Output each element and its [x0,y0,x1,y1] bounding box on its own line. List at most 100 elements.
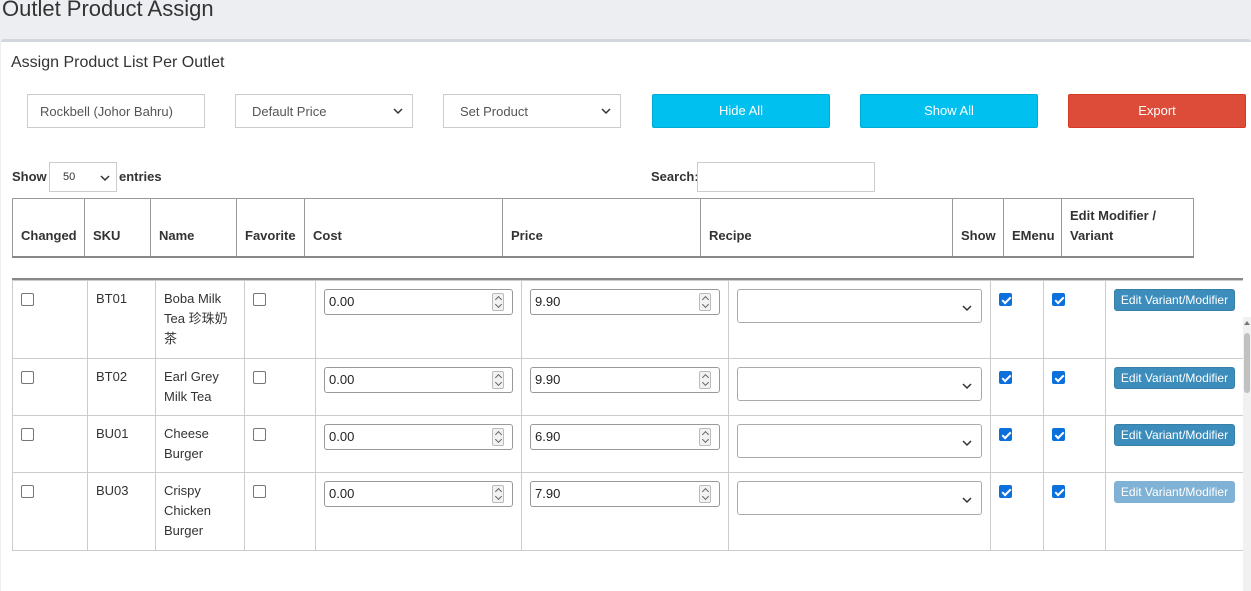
price-input[interactable]: 9.90 [530,289,720,315]
price-input[interactable]: 6.90 [530,424,720,450]
cost-input[interactable]: 0.00 [324,481,513,507]
cost-cell: 0.00 [315,280,522,359]
cost-value: 0.00 [329,429,355,444]
price-input[interactable]: 7.90 [530,481,720,507]
number-spinner-icon[interactable] [492,293,504,311]
show-cell [990,358,1044,416]
recipe-select[interactable] [737,367,982,401]
show-all-button[interactable]: Show All [860,94,1038,128]
edit-variant-modifier-button[interactable]: Edit Variant/Modifier [1114,289,1235,311]
price-input[interactable]: 9.90 [530,367,720,393]
show-checkbox[interactable] [999,428,1012,441]
favorite-cell [244,415,316,473]
emenu-cell [1043,280,1106,359]
arrow-up-icon[interactable] [1244,321,1250,325]
export-button[interactable]: Export [1068,94,1246,128]
emenu-checkbox[interactable] [1052,485,1065,498]
price-type-select[interactable]: Default Price [235,94,413,128]
number-spinner-icon[interactable] [492,428,504,446]
cost-value: 0.00 [329,294,355,309]
price-value: 6.90 [535,429,561,444]
changed-checkbox[interactable] [21,428,34,441]
number-spinner-icon[interactable] [699,485,711,503]
entries-value: 50 [63,171,76,183]
column-header[interactable]: Price [502,198,701,258]
price-value: 9.90 [535,294,561,309]
outlet-field[interactable]: Rockbell (Johor Bahru) [27,94,205,128]
column-header[interactable]: Name [150,198,237,258]
search-label: Search: [651,169,699,184]
hide-all-button[interactable]: Hide All [652,94,830,128]
sku: BT01 [96,291,128,306]
favorite-cell [244,280,316,359]
number-spinner-icon[interactable] [699,371,711,389]
price-value: 9.90 [535,372,561,387]
table-scrollbar[interactable] [1243,317,1251,591]
show-label: Show [12,169,47,184]
changed-checkbox[interactable] [21,371,34,384]
chevron-down-icon [962,383,972,390]
chevron-down-icon [962,305,972,312]
scroll-thumb[interactable] [1244,333,1250,393]
cost-input[interactable]: 0.00 [324,424,513,450]
column-header[interactable]: Favorite [236,198,305,258]
panel-subtitle: Assign Product List Per Outlet [11,54,225,71]
table-body[interactable]: BT01 Boba Milk Tea 珍珠奶茶 0.00 9.90 Edit Varia… [12,278,1243,591]
changed-checkbox[interactable] [21,293,34,306]
product-name: Boba Milk Tea 珍珠奶茶 [164,291,228,346]
number-spinner-icon[interactable] [492,485,504,503]
page-title: Outlet Product Assign [2,0,214,21]
sku: BU01 [96,426,129,441]
show-checkbox[interactable] [999,293,1012,306]
changed-cell [12,415,88,473]
emenu-checkbox[interactable] [1052,293,1065,306]
recipe-select[interactable] [737,289,982,323]
cost-input[interactable]: 0.00 [324,289,513,315]
favorite-checkbox[interactable] [253,293,266,306]
sku: BU03 [96,483,129,498]
emenu-cell [1043,472,1106,551]
product-set-value: Set Product [460,103,528,119]
column-header[interactable]: SKU [84,198,151,258]
recipe-cell [728,415,991,473]
name-cell: Boba Milk Tea 珍珠奶茶 [155,280,245,359]
column-header[interactable]: Cost [304,198,503,258]
edit-variant-modifier-button[interactable]: Edit Variant/Modifier [1114,424,1235,446]
recipe-cell [728,280,991,359]
favorite-checkbox[interactable] [253,371,266,384]
emenu-checkbox[interactable] [1052,428,1065,441]
number-spinner-icon[interactable] [492,371,504,389]
column-header[interactable]: Recipe [700,198,953,258]
price-cell: 9.90 [521,280,729,359]
cost-cell: 0.00 [315,415,522,473]
edit-cell: Edit Variant/Modifier [1105,358,1243,416]
product-set-select[interactable]: Set Product [443,94,621,128]
show-checkbox[interactable] [999,371,1012,384]
changed-checkbox[interactable] [21,485,34,498]
show-checkbox[interactable] [999,485,1012,498]
column-header[interactable]: Show [952,198,1004,258]
changed-cell [12,472,88,551]
name-cell: Earl Grey Milk Tea [155,358,245,416]
edit-variant-modifier-button[interactable]: Edit Variant/Modifier [1114,481,1235,503]
entries-select[interactable]: 50 [49,162,117,192]
column-header[interactable]: EMenu [1003,198,1062,258]
column-header[interactable]: Changed [12,198,85,258]
favorite-checkbox[interactable] [253,428,266,441]
emenu-checkbox[interactable] [1052,371,1065,384]
number-spinner-icon[interactable] [699,293,711,311]
column-header[interactable]: Edit Modifier / Variant [1061,198,1194,258]
favorite-cell [244,472,316,551]
recipe-cell [728,472,991,551]
number-spinner-icon[interactable] [699,428,711,446]
cost-input[interactable]: 0.00 [324,367,513,393]
chevron-down-icon [962,497,972,504]
search-input[interactable] [697,162,875,192]
favorite-checkbox[interactable] [253,485,266,498]
recipe-select[interactable] [737,424,982,458]
price-cell: 7.90 [521,472,729,551]
recipe-select[interactable] [737,481,982,515]
price-cell: 9.90 [521,358,729,416]
edit-cell: Edit Variant/Modifier [1105,472,1243,551]
edit-variant-modifier-button[interactable]: Edit Variant/Modifier [1114,367,1235,389]
